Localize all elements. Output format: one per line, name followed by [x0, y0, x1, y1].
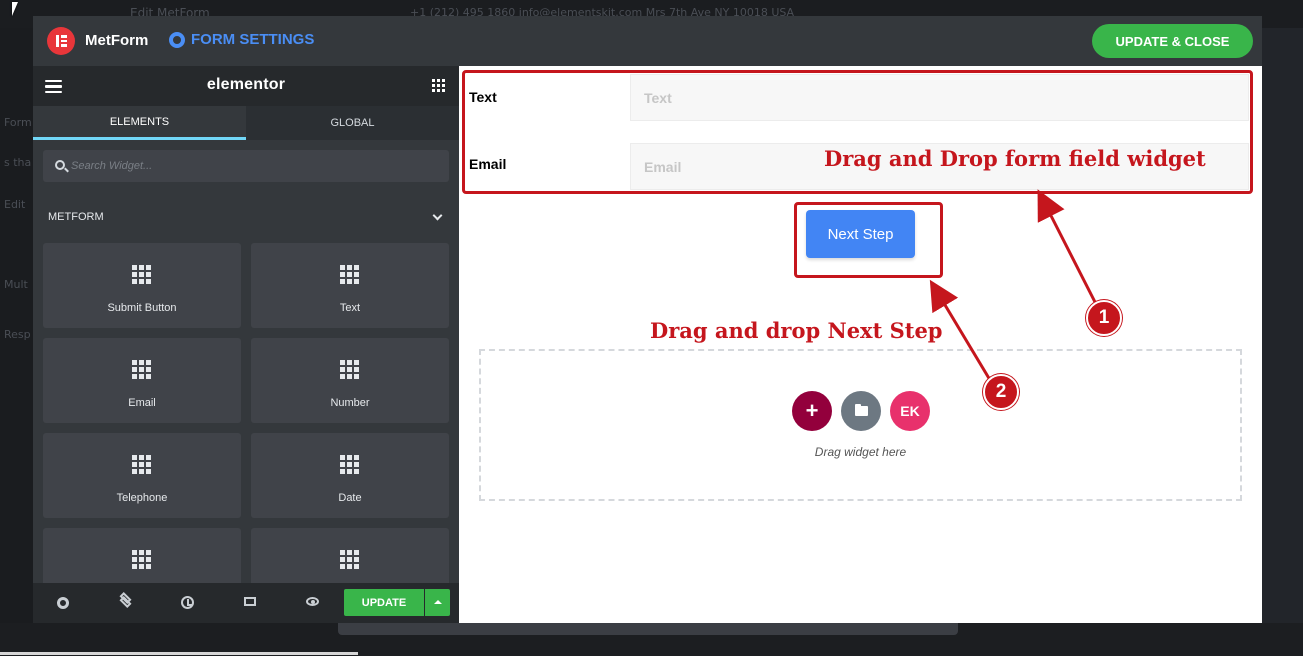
- widget-label: Number: [330, 397, 370, 409]
- history-icon[interactable]: [181, 596, 194, 609]
- tab-elements[interactable]: ELEMENTS: [33, 106, 246, 140]
- widget-grid-icon: [132, 455, 151, 474]
- add-section-button[interactable]: +: [792, 391, 832, 431]
- brand-name: MetForm: [85, 32, 149, 49]
- background-left-label: s tha: [4, 156, 32, 169]
- elementor-logo-icon: [47, 27, 75, 55]
- gear-icon: [169, 31, 185, 48]
- panel-tabs: ELEMENTS GLOBAL: [33, 106, 459, 140]
- update-options-caret[interactable]: [425, 589, 450, 616]
- drop-widget-area[interactable]: + EK Drag widget here: [479, 349, 1242, 501]
- widget-number[interactable]: Number: [251, 338, 449, 423]
- widget-label: Telephone: [116, 492, 168, 504]
- elementor-panel: elementor ELEMENTS GLOBAL METFORM Submit…: [33, 66, 459, 623]
- background-left-label: Mult: [4, 278, 28, 291]
- next-step-button[interactable]: Next Step: [806, 210, 915, 258]
- responsive-icon[interactable]: [244, 597, 256, 606]
- update-and-close-button[interactable]: UPDATE & CLOSE: [1092, 24, 1253, 58]
- field-label: Text: [469, 89, 497, 105]
- widget-grid-icon: [132, 550, 151, 569]
- update-button[interactable]: UPDATE: [344, 589, 424, 616]
- widget-grid-icon: [132, 265, 151, 284]
- widget-label: Date: [338, 492, 362, 504]
- form-field-text: Text: [469, 74, 1249, 124]
- search-widget-box: [43, 150, 449, 182]
- tab-global[interactable]: GLOBAL: [246, 106, 459, 140]
- panel-footer: UPDATE: [33, 583, 459, 623]
- widget-grid-icon: [340, 265, 359, 284]
- modal-header: MetForm FORM SETTINGS UPDATE & CLOSE: [33, 16, 1262, 66]
- widget-telephone[interactable]: Telephone: [43, 433, 241, 518]
- search-icon: [55, 160, 65, 170]
- widget-text[interactable]: Text: [251, 243, 449, 328]
- background-right-strip: [1262, 28, 1303, 656]
- search-widget-input[interactable]: [71, 150, 441, 182]
- add-template-button[interactable]: [841, 391, 881, 431]
- panel-top-bar: elementor: [33, 66, 459, 106]
- mouse-cursor-icon: [12, 2, 18, 16]
- form-settings-button[interactable]: FORM SETTINGS: [169, 31, 314, 48]
- widget-grid-icon: [340, 455, 359, 474]
- metform-section-title: METFORM: [48, 211, 104, 223]
- widget-grid-icon: [340, 550, 359, 569]
- widget-date[interactable]: Date: [251, 433, 449, 518]
- layers-icon[interactable]: [119, 591, 133, 609]
- background-left-label: Form: [4, 116, 32, 129]
- widget-grid-icon: [132, 360, 151, 379]
- background-progress-line: [0, 652, 358, 655]
- widget-partial[interactable]: [251, 528, 449, 584]
- metform-section-header[interactable]: METFORM: [33, 200, 459, 234]
- elementskit-icon: EK: [900, 403, 920, 419]
- widget-label: Email: [128, 397, 156, 409]
- background-left-label: Resp: [4, 328, 31, 341]
- settings-icon[interactable]: [57, 597, 69, 609]
- widget-email[interactable]: Email: [43, 338, 241, 423]
- widget-grid-icon: [340, 360, 359, 379]
- background-scrollbar: [338, 622, 958, 635]
- elementskit-library-button[interactable]: EK: [890, 391, 930, 431]
- field-label: Email: [469, 156, 507, 172]
- plus-icon: +: [805, 398, 819, 423]
- form-settings-label: FORM SETTINGS: [191, 31, 315, 48]
- editor-canvas: Text Email Next Step + EK Drag widget he…: [459, 66, 1262, 623]
- widget-submit-button[interactable]: Submit Button: [43, 243, 241, 328]
- widgets-grid-icon[interactable]: [432, 79, 445, 92]
- widget-label: Submit Button: [107, 302, 177, 314]
- background-left-label: Edit: [4, 198, 26, 211]
- folder-icon: [854, 404, 868, 416]
- email-input[interactable]: [630, 143, 1249, 190]
- preview-icon[interactable]: [306, 597, 319, 606]
- text-input[interactable]: [630, 74, 1249, 121]
- metform-editor-modal: MetForm FORM SETTINGS UPDATE & CLOSE ele…: [33, 16, 1262, 623]
- widget-grid: Submit Button Text Email Number Telephon…: [43, 243, 449, 584]
- background-left-strip: Form s tha Edit Mult Resp: [0, 28, 33, 656]
- widget-partial[interactable]: [43, 528, 241, 584]
- chevron-down-icon: [432, 210, 443, 221]
- elementor-wordmark: elementor: [206, 76, 286, 93]
- widget-label: Text: [339, 302, 361, 314]
- drag-widget-hint: Drag widget here: [814, 445, 907, 459]
- form-field-email: Email: [469, 143, 1249, 193]
